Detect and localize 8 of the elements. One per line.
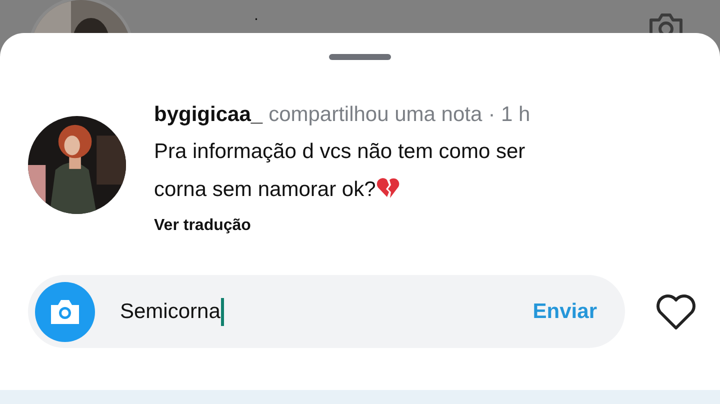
- note-action: compartilhou uma nota: [268, 102, 482, 128]
- note-time: · 1 h: [488, 102, 530, 128]
- translate-link[interactable]: Ver tradução: [154, 217, 574, 235]
- caption-text: .: [254, 8, 258, 24]
- note-text: Pra informação d vcs não tem como ser corna sem namorar ok?: [154, 139, 526, 203]
- reply-text: Semicorna: [120, 298, 533, 326]
- reply-field[interactable]: Semicorna Enviar: [28, 275, 625, 348]
- username: bygigicaa_: [154, 102, 263, 128]
